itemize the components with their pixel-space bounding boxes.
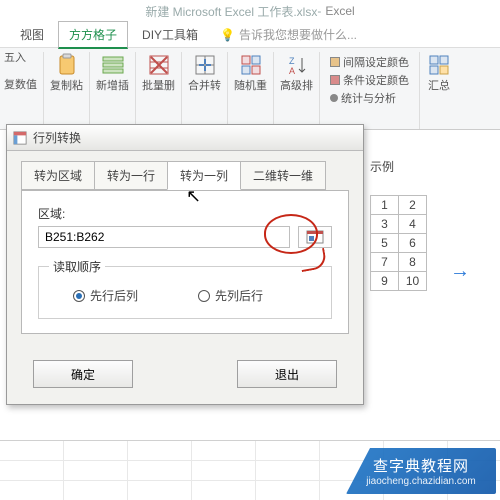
app-name: Excel — [325, 4, 354, 18]
watermark-url: jiaocheng.chazidian.com — [366, 476, 476, 487]
range-picker-icon — [306, 230, 324, 244]
clipboard-icon — [54, 52, 80, 78]
radio-row-then-col[interactable]: 先行后列 — [73, 287, 138, 304]
radio-icon — [73, 290, 85, 302]
bulb-icon: 💡 — [220, 28, 235, 42]
sort-az-icon: ZA — [284, 52, 310, 78]
arrow-right-icon: → — [450, 260, 470, 283]
tell-me-placeholder: 告诉我您想要做什么... — [239, 26, 357, 43]
watermark-title: 查字典教程网 — [373, 455, 469, 476]
ok-button[interactable]: 确定 — [33, 360, 133, 388]
shuffle-icon — [238, 52, 264, 78]
swatch-icon — [330, 57, 340, 67]
dialog-tabs: 转为区域 转为一行 转为一列 二维转一维 — [7, 151, 363, 190]
stub-label-1[interactable]: 五入 — [4, 52, 26, 65]
example-grid: 12 34 56 78 910 — [370, 195, 427, 291]
ribbon-stats[interactable]: 统计与分析 — [330, 90, 409, 106]
dialog-row-col-convert: 行列转换 转为区域 转为一行 转为一列 二维转一维 区域: 读取顺序 先行 — [6, 124, 364, 405]
range-label: 区域: — [38, 205, 332, 222]
ribbon-sort[interactable]: ZA 高级排 — [274, 52, 320, 129]
add-rows-icon — [100, 52, 126, 78]
watermark: 查字典教程网 jiaocheng.chazidian.com — [346, 448, 496, 494]
swatch-icon — [330, 75, 340, 85]
dot-icon — [330, 94, 338, 102]
svg-text:Z: Z — [289, 56, 295, 66]
ribbon-cond-color[interactable]: 条件设定颜色 — [330, 72, 409, 88]
tab-to-col[interactable]: 转为一列 — [167, 161, 241, 190]
tab-fangfang[interactable]: 方方格子 — [58, 21, 128, 49]
read-order-group: 读取顺序 先行后列 先列后行 — [38, 266, 332, 319]
example-panel: 示例 12 34 56 78 910 — [370, 158, 500, 291]
tab-view[interactable]: 视图 — [10, 22, 54, 47]
ribbon-copy[interactable]: 复制粘 — [44, 52, 90, 129]
svg-text:A: A — [289, 66, 295, 76]
window-title: 新建 Microsoft Excel 工作表.xlsx - Excel — [0, 0, 500, 22]
cancel-button[interactable]: 退出 — [237, 360, 337, 388]
read-order-title: 读取顺序 — [49, 258, 105, 275]
tab-diy[interactable]: DIY工具箱 — [132, 22, 208, 47]
merge-icon — [192, 52, 218, 78]
summary-icon — [426, 52, 452, 78]
document-name: 新建 Microsoft Excel 工作表.xlsx — [145, 3, 317, 20]
range-input[interactable] — [38, 226, 290, 248]
ribbon-tabs: 视图 方方格子 DIY工具箱 💡 告诉我您想要做什么... — [0, 22, 500, 48]
ribbon: 五入 复数值 复制粘 新增插 批量删 合并转 随机重 ZA 高级排 — [0, 48, 500, 130]
ribbon-summary[interactable]: 汇总 — [420, 52, 458, 129]
ribbon-add[interactable]: 新增插 — [90, 52, 136, 129]
example-title: 示例 — [370, 158, 500, 175]
radio-icon — [198, 290, 210, 302]
tell-me-search[interactable]: 💡 告诉我您想要做什么... — [220, 26, 357, 43]
ribbon-merge[interactable]: 合并转 — [182, 52, 228, 129]
app-icon — [13, 131, 27, 145]
range-picker-button[interactable] — [298, 226, 332, 248]
radio-col-then-row[interactable]: 先列后行 — [198, 287, 263, 304]
delete-grid-icon — [146, 52, 172, 78]
tab-to-area[interactable]: 转为区域 — [21, 161, 95, 190]
ribbon-interval-color[interactable]: 间隔设定颜色 — [330, 54, 409, 70]
dialog-title-text: 行列转换 — [33, 129, 81, 146]
tab-to-row[interactable]: 转为一行 — [94, 161, 168, 190]
dialog-titlebar[interactable]: 行列转换 — [7, 125, 363, 151]
ribbon-bulk-delete[interactable]: 批量删 — [136, 52, 182, 129]
tab-2d-to-1d[interactable]: 二维转一维 — [240, 161, 326, 190]
stub-label-2[interactable]: 复数值 — [4, 79, 37, 92]
ribbon-shuffle[interactable]: 随机重 — [228, 52, 274, 129]
